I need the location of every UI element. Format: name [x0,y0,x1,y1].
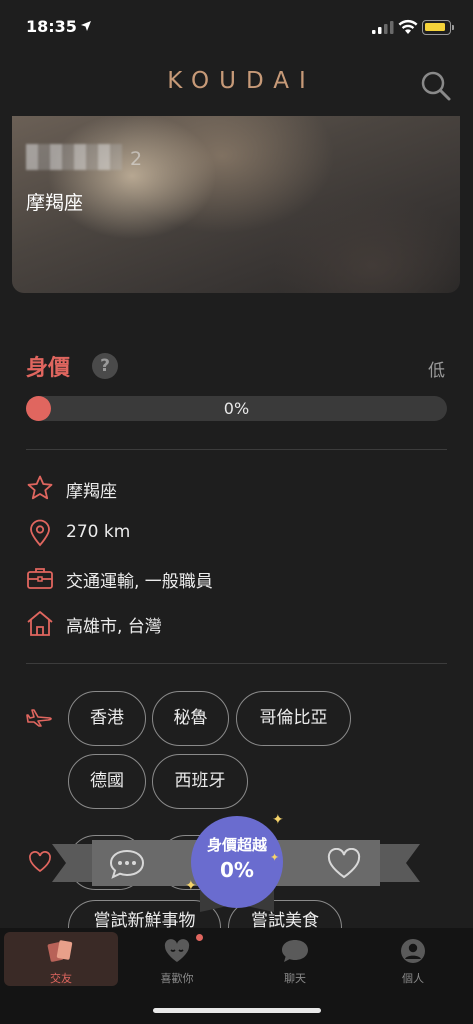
nav-item-friends[interactable]: 交友 [4,932,118,986]
info-text: 交通運輸, 一般職員 [66,572,213,592]
divider [26,449,447,450]
battery-level [425,23,445,31]
status-time: 18:35 [26,17,77,36]
travel-chip[interactable]: 哥倫比亞 [236,691,351,746]
app-header: KOUDAI [0,56,473,116]
redacted-name [26,144,122,170]
info-text: 高雄市, 台灣 [66,617,162,637]
battery-icon [422,20,451,35]
liked-heart-icon [164,939,190,962]
heart-outline-icon[interactable] [326,848,362,880]
nav-label: 個人 [402,972,424,985]
sparkle-icon: ✦ [272,812,284,828]
app-logo: KOUDAI [167,68,316,94]
nav-item-profile[interactable]: 個人 [356,932,470,986]
house-icon [27,611,53,636]
briefcase-icon [27,568,53,589]
wifi-icon [398,19,418,34]
nav-label: 交友 [50,972,72,985]
travel-chip[interactable]: 西班牙 [152,754,248,809]
travel-chip[interactable]: 德國 [68,754,146,809]
info-row-zodiac: 摩羯座 [26,472,456,506]
chat-icon [282,940,308,962]
signal-icon [372,21,394,34]
nav-item-liked-you[interactable]: 喜歡你 [120,932,234,986]
profile-zodiac: 摩羯座 [26,192,84,214]
travel-chip[interactable]: 香港 [68,691,146,746]
info-row-job: 交通運輸, 一般職員 [26,562,456,596]
value-level: 低 [428,361,445,381]
info-text: 摩羯座 [66,482,117,502]
profile-age: 2 [130,148,143,170]
star-icon [27,475,53,500]
battery-cap [452,25,454,30]
info-text: 270 km [66,522,131,542]
cards-icon [47,940,73,962]
notification-dot [196,934,203,941]
nav-label: 聊天 [284,972,306,985]
value-progress-bar: 0% [26,396,447,421]
nav-item-chat[interactable]: 聊天 [238,932,352,986]
nav-label: 喜歡你 [160,972,194,985]
help-button[interactable]: ? [92,353,118,379]
divider [26,663,447,664]
status-bar: 18:35 [0,0,473,56]
plane-icon [26,709,52,727]
value-title: 身價 [26,356,71,381]
profile-icon [401,939,425,963]
sparkle-icon: ✦ [270,851,280,864]
home-indicator[interactable] [153,1008,321,1013]
info-row-location: 高雄市, 台灣 [26,607,456,641]
travel-chip[interactable]: 秘魯 [152,691,229,746]
info-row-distance: 270 km [26,517,456,551]
progress-text: 0% [223,399,250,418]
location-arrow-icon [81,21,91,31]
profile-photo[interactable]: 2 摩羯座 [12,116,460,293]
chat-bubble-icon[interactable] [108,848,146,880]
heart-icon [29,851,51,873]
location-pin-icon [30,519,50,547]
sparkle-icon: ✦ [185,878,197,894]
search-icon[interactable] [420,70,452,102]
